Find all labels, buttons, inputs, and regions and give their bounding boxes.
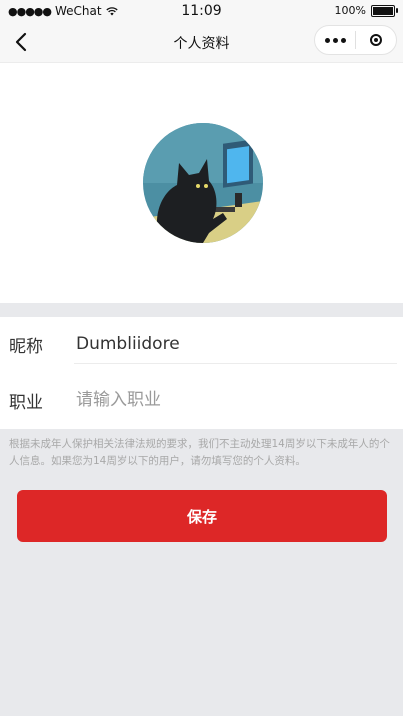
nickname-row: 昵称 (0, 317, 403, 373)
nickname-label: 昵称 (9, 337, 43, 357)
job-row: 职业 (0, 373, 403, 429)
battery-icon (371, 4, 398, 17)
job-input[interactable] (76, 389, 394, 411)
divider (74, 363, 397, 364)
minor-protection-notice: 根据未成年人保护相关法律法规的要求，我们不主动处理14周岁以下未成年人的个人信息… (9, 438, 390, 467)
nickname-input[interactable] (76, 333, 394, 355)
target-close-icon (369, 34, 382, 46)
more-dots-icon (324, 37, 346, 43)
job-label: 职业 (9, 393, 43, 413)
mini-program-capsule (314, 25, 397, 55)
profile-form: 昵称 职业 (0, 317, 403, 429)
more-button[interactable] (315, 26, 355, 54)
nav-bar: 个人资料 (0, 22, 403, 63)
close-button[interactable] (356, 26, 396, 54)
status-bar: ●●●●● WeChat 11:09 100% (0, 0, 403, 22)
cat-at-computer-avatar (143, 123, 263, 243)
battery-percent: 100% (334, 4, 366, 17)
status-right: 100% (334, 4, 398, 17)
save-button[interactable]: 保存 (17, 490, 387, 542)
avatar[interactable] (143, 123, 263, 243)
avatar-section (0, 63, 403, 303)
